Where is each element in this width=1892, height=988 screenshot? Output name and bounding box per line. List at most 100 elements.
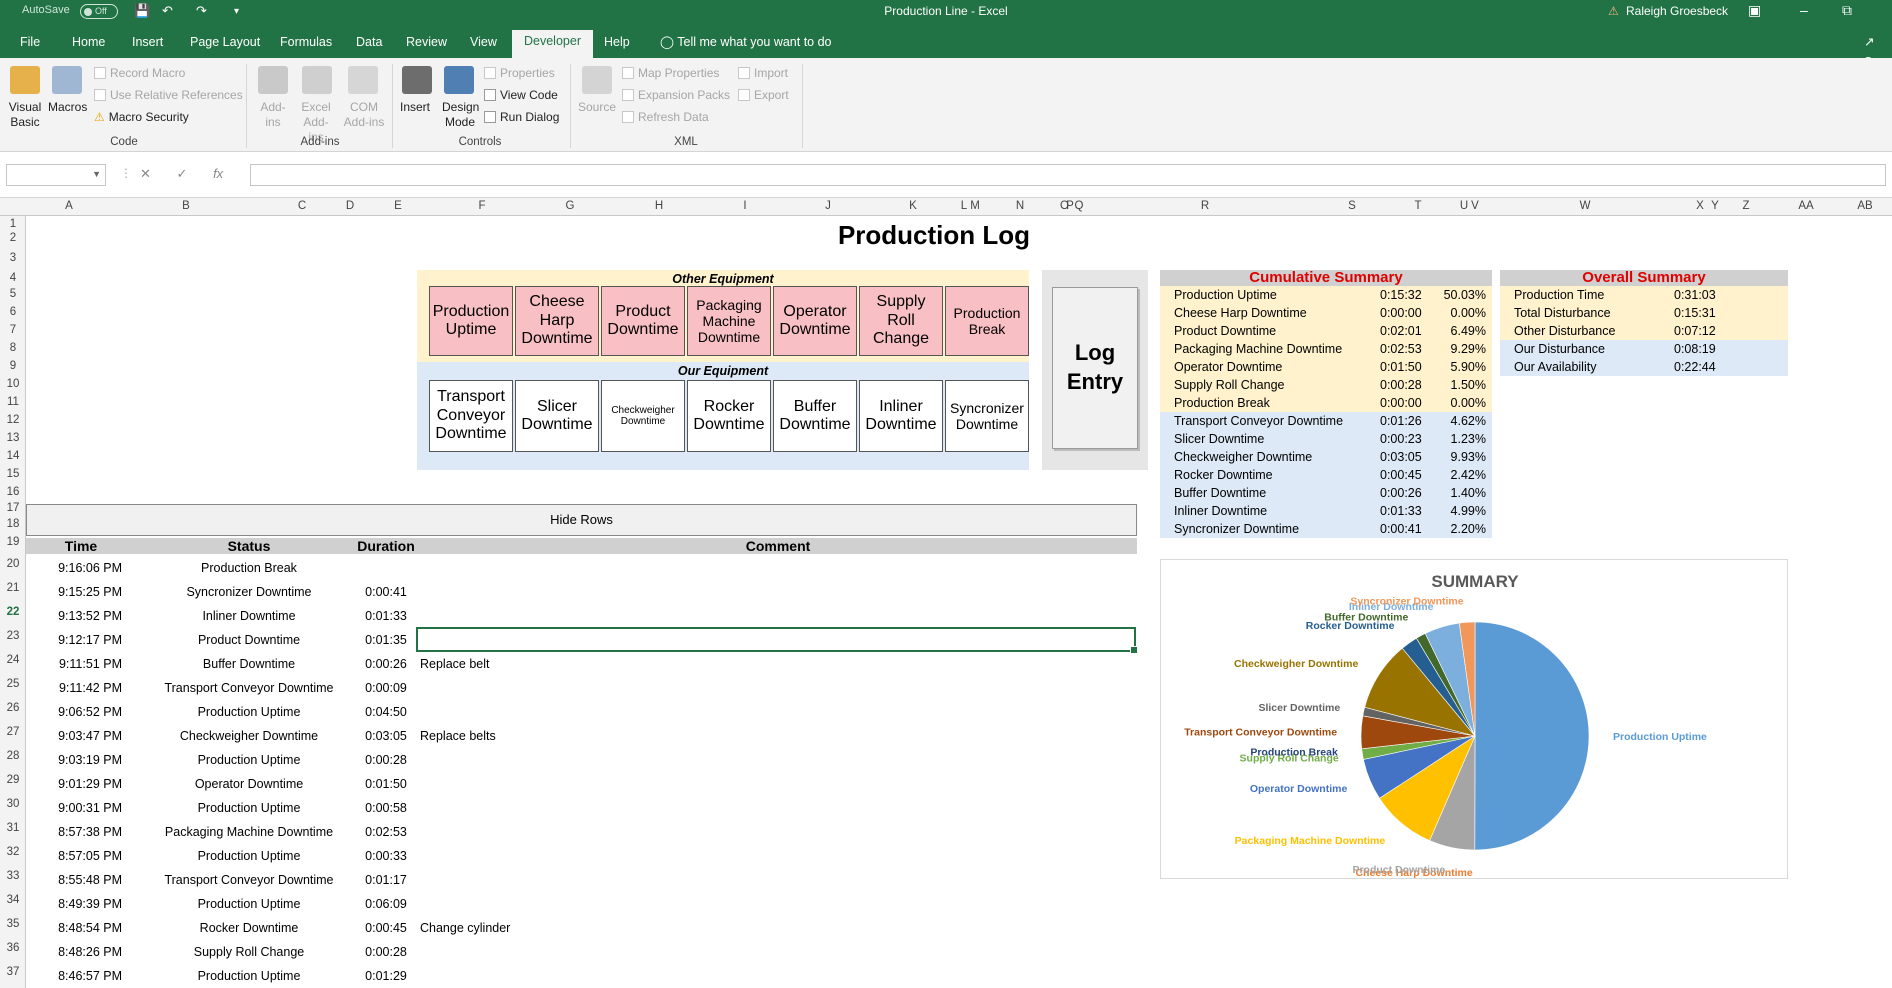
operator-downtime-button[interactable]: Operator Downtime: [773, 286, 857, 356]
row-header[interactable]: 11: [0, 396, 26, 408]
log-row[interactable]: 8:55:48 PM Transport Conveyor Downtime 0:0…: [26, 870, 1137, 893]
row-header[interactable]: 28: [0, 750, 26, 762]
log-row[interactable]: 9:15:25 PM Syncronizer Downtime 0:00:41: [26, 582, 1137, 605]
column-header[interactable]: U: [1458, 200, 1470, 212]
product-downtime-button[interactable]: Product Downtime: [601, 286, 685, 356]
row-header[interactable]: 33: [0, 870, 26, 882]
tell-me-search[interactable]: ◯ Tell me what you want to do: [648, 32, 844, 58]
row-header[interactable]: 18: [0, 518, 26, 530]
tab-help[interactable]: Help: [592, 32, 642, 58]
syncronizer-downtime-button[interactable]: Syncronizer Downtime: [945, 380, 1029, 452]
row-header[interactable]: 30: [0, 798, 26, 810]
log-row[interactable]: 9:11:42 PM Transport Conveyor Downtime 0:0…: [26, 678, 1137, 701]
summary-pie-chart[interactable]: SUMMARY Production Uptime Cheese Harp Dow…: [1160, 559, 1788, 879]
ribbon-display-options-icon[interactable]: ▣: [1748, 2, 1761, 19]
row-header[interactable]: 36: [0, 942, 26, 954]
row-header[interactable]: 25: [0, 678, 26, 690]
run-dialog-button[interactable]: Run Dialog: [484, 110, 559, 124]
log-row[interactable]: 8:57:38 PM Packaging Machine Downtime 0:02…: [26, 822, 1137, 845]
name-box-dropdown-icon[interactable]: ▼: [92, 169, 101, 179]
tab-file[interactable]: File: [8, 32, 52, 58]
slicer-downtime-button[interactable]: Slicer Downtime: [515, 380, 599, 452]
column-header[interactable]: I: [702, 200, 788, 212]
design-mode-button[interactable]: Design Mode: [442, 100, 479, 130]
relative-references-button[interactable]: Use Relative References: [94, 88, 243, 102]
column-header[interactable]: E: [356, 200, 440, 212]
insert-control-button[interactable]: Insert: [400, 100, 430, 114]
column-header[interactable]: J: [788, 200, 868, 212]
column-header[interactable]: H: [616, 200, 702, 212]
rocker-downtime-button[interactable]: Rocker Downtime: [687, 380, 771, 452]
row-header[interactable]: 23: [0, 630, 26, 642]
column-header[interactable]: L: [958, 200, 970, 212]
buffer-downtime-button[interactable]: Buffer Downtime: [773, 380, 857, 452]
row-header[interactable]: 3: [0, 252, 26, 264]
refresh-data-button[interactable]: Refresh Data: [622, 110, 709, 124]
insert-function-icon[interactable]: fx: [213, 166, 223, 181]
log-row[interactable]: 9:03:47 PM Checkweigher Downtime 0:03:05 Re…: [26, 726, 1137, 749]
row-header[interactable]: 31: [0, 822, 26, 834]
column-header[interactable]: V: [1470, 200, 1480, 212]
column-header[interactable]: K: [868, 200, 958, 212]
column-header[interactable]: R: [1084, 200, 1326, 212]
row-header[interactable]: 27: [0, 726, 26, 738]
inliner-downtime-button[interactable]: Inliner Downtime: [859, 380, 943, 452]
column-header[interactable]: T: [1378, 200, 1458, 212]
tab-page-layout[interactable]: Page Layout: [178, 32, 272, 58]
column-header[interactable]: P: [1066, 200, 1074, 212]
tab-data[interactable]: Data: [344, 32, 394, 58]
row-header[interactable]: 20: [0, 558, 26, 570]
com-add-ins-button[interactable]: COM Add-ins: [342, 100, 386, 130]
column-header[interactable]: AA: [1772, 200, 1840, 212]
log-row[interactable]: 9:00:31 PM Production Uptime 0:00:58: [26, 798, 1137, 821]
row-header[interactable]: 19: [0, 536, 26, 548]
pie-slice[interactable]: [1474, 621, 1590, 851]
log-row[interactable]: 9:06:52 PM Production Uptime 0:04:50: [26, 702, 1137, 725]
production-break-button[interactable]: Production Break: [945, 286, 1029, 356]
log-row[interactable]: 8:46:57 PM Production Uptime 0:01:29: [26, 966, 1137, 988]
row-header[interactable]: 32: [0, 846, 26, 858]
log-row[interactable]: 9:01:29 PM Operator Downtime 0:01:50: [26, 774, 1137, 797]
row-header[interactable]: 8: [0, 342, 26, 354]
row-header[interactable]: 4: [0, 272, 26, 284]
column-header[interactable]: W: [1480, 200, 1690, 212]
import-button[interactable]: Import: [738, 66, 788, 80]
column-header[interactable]: N: [980, 200, 1060, 212]
properties-button[interactable]: Properties: [484, 66, 555, 80]
column-header[interactable]: G: [524, 200, 616, 212]
tab-review[interactable]: Review: [394, 32, 459, 58]
column-header[interactable]: B: [112, 200, 260, 212]
column-header[interactable]: M: [970, 200, 980, 212]
tab-insert[interactable]: Insert: [120, 32, 175, 58]
selected-cell[interactable]: [416, 627, 1138, 654]
row-header[interactable]: 13: [0, 432, 26, 444]
tab-home[interactable]: Home: [60, 32, 117, 58]
checkweigher-downtime-button[interactable]: Checkweigher Downtime: [601, 380, 685, 452]
row-header[interactable]: 37: [0, 966, 26, 978]
log-row[interactable]: 8:57:05 PM Production Uptime 0:00:33: [26, 846, 1137, 869]
column-header[interactable]: A: [26, 200, 112, 212]
tab-view[interactable]: View: [458, 32, 509, 58]
row-header[interactable]: 2: [0, 232, 26, 244]
formula-input[interactable]: [250, 164, 1886, 186]
record-macro-button[interactable]: Record Macro: [94, 66, 185, 80]
row-header[interactable]: 16: [0, 486, 26, 498]
source-button[interactable]: Source: [578, 100, 616, 114]
row-header[interactable]: 14: [0, 450, 26, 462]
column-header[interactable]: C: [260, 200, 344, 212]
row-header[interactable]: 7: [0, 324, 26, 336]
tab-developer[interactable]: Developer: [512, 30, 593, 58]
macro-security-button[interactable]: ⚠ Macro Security: [94, 110, 189, 124]
supply-roll-change-button[interactable]: Supply Roll Change: [859, 286, 943, 356]
row-header[interactable]: 6: [0, 306, 26, 318]
visual-basic-button[interactable]: Visual Basic: [8, 100, 42, 130]
row-header[interactable]: 15: [0, 468, 26, 480]
production-uptime-button[interactable]: Production Uptime: [429, 286, 513, 356]
tab-formulas[interactable]: Formulas: [268, 32, 344, 58]
name-box[interactable]: ▼: [6, 164, 106, 186]
restore-icon[interactable]: ⧉: [1842, 2, 1852, 19]
row-header[interactable]: 29: [0, 774, 26, 786]
column-header[interactable]: Q: [1074, 200, 1084, 212]
row-header[interactable]: 22: [0, 606, 26, 618]
cancel-icon[interactable]: ✕: [140, 166, 151, 181]
